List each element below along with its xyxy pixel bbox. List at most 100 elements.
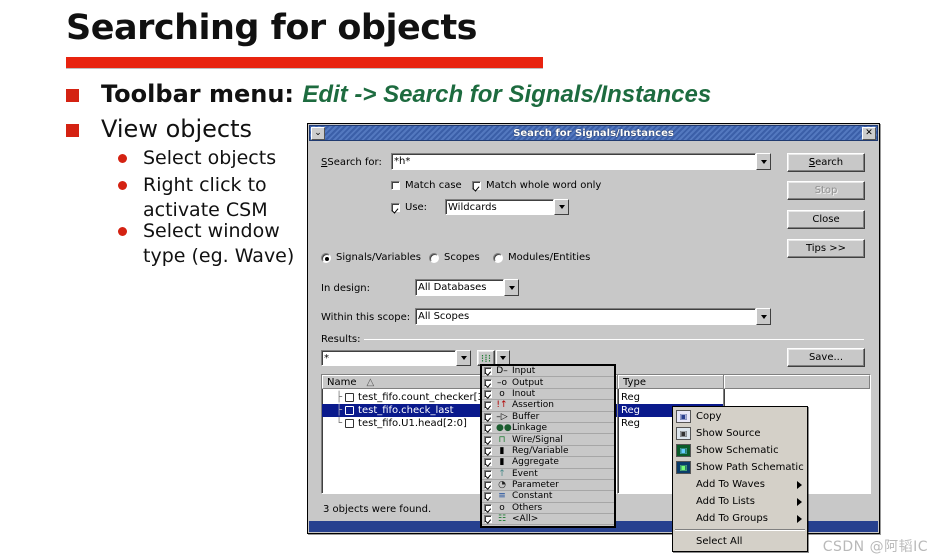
close-icon[interactable]: ✕ <box>862 126 876 140</box>
checkbox-box[interactable] <box>484 389 492 398</box>
menu-item-add-to-waves[interactable]: Add To Waves <box>673 476 807 493</box>
search-input[interactable]: *h* <box>391 153 756 170</box>
checkbox-box[interactable] <box>391 181 400 190</box>
filter-menu-item[interactable]: D– Input <box>482 366 614 378</box>
checkbox-box[interactable] <box>484 412 492 421</box>
checkbox-box[interactable] <box>484 492 492 501</box>
close-button[interactable]: Close <box>787 210 865 229</box>
filter-menu-item-label: Aggregate <box>512 457 559 468</box>
in-design-value[interactable]: All Databases <box>415 279 504 296</box>
dialog-body: SSearch for: *h* Match case Match whole … <box>309 142 878 552</box>
stop-button: Stop <box>787 181 865 200</box>
match-case-checkbox[interactable]: Match case <box>391 180 462 191</box>
filter-menu-item[interactable]: ↑ Event <box>482 469 614 480</box>
filter-menu-item[interactable]: ≡ Constant <box>482 491 614 503</box>
bullet-dot-icon <box>118 181 127 190</box>
blank-icon <box>676 512 691 525</box>
search-button[interactable]: S Search <box>787 153 865 172</box>
checkbox-box[interactable] <box>484 503 492 512</box>
filter-menu-item[interactable]: ⊓ Wire/Signal <box>482 434 614 446</box>
radio-dot[interactable] <box>429 252 439 263</box>
column-header-type[interactable]: Type <box>618 375 726 389</box>
menu-item-add-to-lists[interactable]: Add To Lists <box>673 493 807 510</box>
use-mode-value[interactable]: Wildcards <box>445 199 554 215</box>
radio-dot[interactable] <box>493 252 503 263</box>
chevron-down-icon[interactable] <box>756 153 771 170</box>
results-filter-value[interactable]: * <box>321 350 456 366</box>
menu-separator <box>675 529 805 531</box>
checkbox-box[interactable] <box>484 367 492 376</box>
filter-menu-item[interactable]: ▮ Aggregate <box>482 457 614 469</box>
use-checkbox[interactable]: Use: <box>391 202 427 213</box>
menu-item-copy[interactable]: ▣ Copy <box>673 408 807 425</box>
within-scope-label: Within this scope: <box>321 312 411 323</box>
filter-menu-item[interactable]: –▷ Buffer <box>482 412 614 423</box>
tips-button[interactable]: Tips >> <box>787 239 865 258</box>
match-whole-word-checkbox[interactable]: Match whole word only <box>472 180 601 191</box>
save-button[interactable]: Save... <box>787 348 865 367</box>
use-label: Use: <box>405 202 428 213</box>
checkbox-box[interactable] <box>484 469 492 478</box>
radio-modules-entities[interactable]: Modules/Entities <box>493 252 590 263</box>
search-for-label: SSearch for: <box>321 157 382 168</box>
menu-item-add-to-groups[interactable]: Add To Groups <box>673 510 807 527</box>
filter-menu-item[interactable]: !↑ Assertion <box>482 400 614 412</box>
within-scope-value[interactable]: All Scopes <box>415 308 756 325</box>
checkbox-box[interactable] <box>484 458 492 467</box>
chevron-down-icon[interactable] <box>554 199 569 215</box>
close-button-label: Close <box>812 214 840 225</box>
results-filter-combo[interactable]: * <box>321 350 471 366</box>
checkbox-box[interactable] <box>484 424 492 433</box>
context-menu[interactable]: ▣ Copy ▣ Show Source ▣ Show Schematic ▣ Show Pa… <box>672 406 808 552</box>
sub-bullet-select-objects: Select objects <box>143 147 277 169</box>
column-header-extra[interactable] <box>724 375 870 389</box>
assertion-icon: !↑ <box>496 400 508 411</box>
menu-item-show-schematic[interactable]: ▣ Show Schematic <box>673 442 807 459</box>
filter-menu-item[interactable]: ●● Linkage <box>482 423 614 435</box>
checkbox-box[interactable] <box>484 435 492 444</box>
chevron-down-icon[interactable] <box>456 350 471 366</box>
bullet-square-icon <box>66 124 79 137</box>
list-item: Select objects <box>118 146 276 171</box>
results-group-label: Results: <box>321 334 365 345</box>
use-mode-combo[interactable]: Wildcards <box>445 199 569 215</box>
blank-icon <box>676 478 691 491</box>
show-source-icon: ▣ <box>676 427 691 440</box>
stop-button-label: Stop <box>814 185 838 196</box>
checkbox-box[interactable] <box>484 401 492 410</box>
result-type: Reg <box>621 418 640 429</box>
object-filter-menu[interactable]: D– Input –o Output o Inout !↑ Assertion –▷ Buffer… <box>480 364 616 528</box>
bullet-toolbar-menu: Toolbar menu: Edit -> Search for Signals… <box>66 80 711 109</box>
checkbox-box[interactable] <box>484 446 492 455</box>
checkbox-box[interactable] <box>484 378 492 387</box>
filter-menu-item[interactable]: o Inout <box>482 389 614 401</box>
checkbox-box[interactable] <box>484 481 492 490</box>
filter-menu-item[interactable]: ☷ <All> <box>482 514 614 526</box>
radio-signals-variables-label: Signals/Variables <box>336 252 421 263</box>
blank-icon <box>676 495 691 508</box>
filter-menu-item[interactable]: –o Output <box>482 377 614 389</box>
radio-scopes[interactable]: Scopes <box>429 252 480 263</box>
menu-item-show-path-schematic[interactable]: ▣ Show Path Schematic <box>673 459 807 476</box>
menu-item-show-source[interactable]: ▣ Show Source <box>673 425 807 442</box>
parameter-icon: ◔ <box>498 480 506 491</box>
checkbox-box[interactable] <box>472 181 481 190</box>
filter-menu-item-label: <All> <box>512 514 539 525</box>
within-scope-combo[interactable]: All Scopes <box>415 308 771 325</box>
search-input-combo[interactable]: *h* <box>391 153 771 170</box>
filter-menu-item[interactable]: ▮ Reg/Variable <box>482 446 614 458</box>
menu-item-select-all[interactable]: Select All <box>673 533 807 550</box>
chevron-down-icon[interactable] <box>756 308 771 325</box>
in-design-combo[interactable]: All Databases <box>415 279 519 296</box>
radio-dot[interactable] <box>321 252 331 263</box>
chevron-down-icon[interactable] <box>504 279 519 296</box>
checkbox-box[interactable] <box>391 203 400 212</box>
in-design-label: In design: <box>321 283 371 294</box>
checkbox-box[interactable] <box>484 515 492 524</box>
filter-menu-item[interactable]: ◔ Parameter <box>482 480 614 492</box>
filter-menu-item[interactable]: o Others <box>482 503 614 515</box>
radio-signals-variables[interactable]: Signals/Variables <box>321 252 421 263</box>
chevron-down-icon[interactable]: ⌄ <box>311 126 325 140</box>
bullet-toolbar-menu-text: Toolbar menu: Edit -> Search for Signals… <box>101 80 711 109</box>
dialog-titlebar[interactable]: ⌄ Search for Signals/Instances ✕ <box>309 125 878 141</box>
